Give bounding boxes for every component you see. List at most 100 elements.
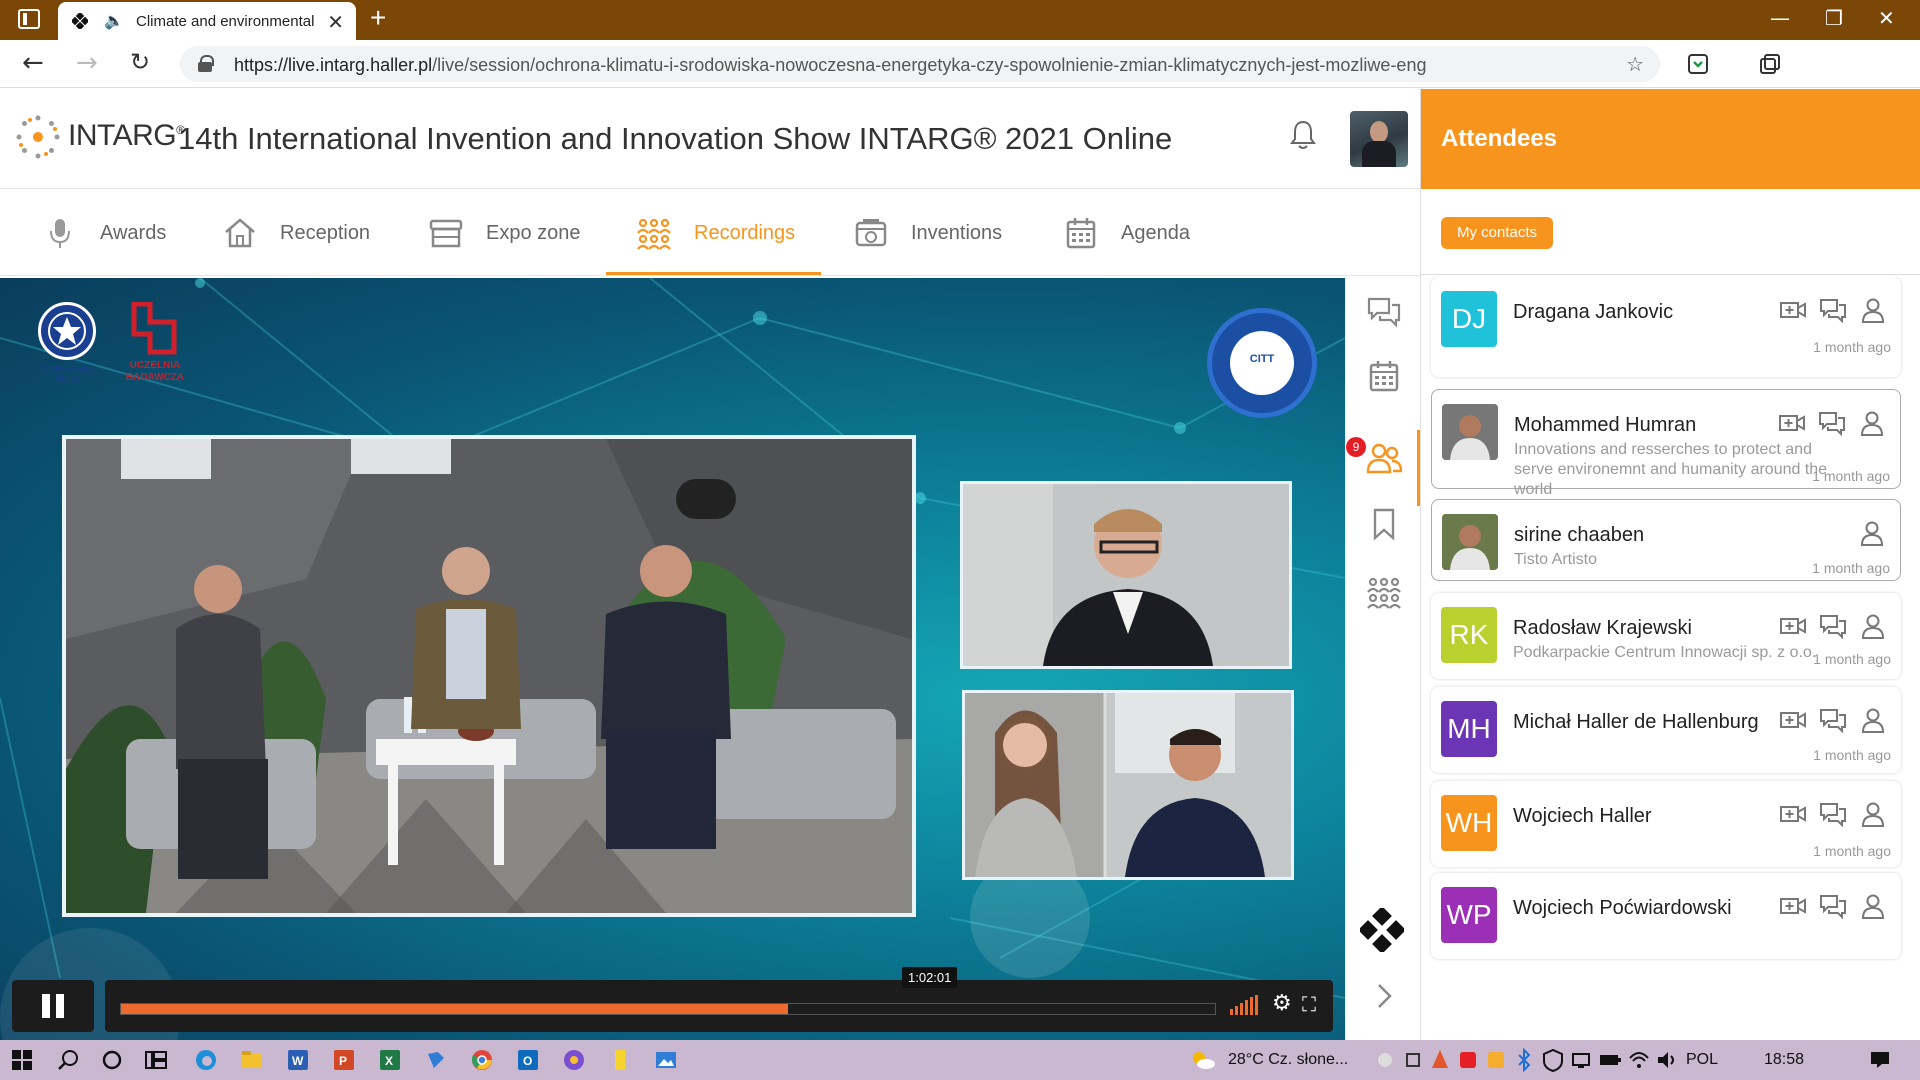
attendee-avatar[interactable]: DJ — [1441, 291, 1497, 347]
intarg-logo-icon[interactable] — [14, 113, 62, 161]
attendee-avatar[interactable]: MH — [1441, 701, 1497, 757]
excel-icon[interactable]: X — [378, 1048, 402, 1072]
word-icon[interactable]: W — [286, 1048, 310, 1072]
attendee-card[interactable]: RK Radosław Krajewski Podkarpackie Centrum… — [1431, 593, 1901, 679]
chevron-right-icon[interactable] — [1366, 978, 1402, 1014]
notifications-icon[interactable] — [1868, 1048, 1892, 1072]
attendee-avatar[interactable] — [1442, 404, 1498, 460]
app-tray-icon[interactable] — [1458, 1048, 1478, 1072]
search-icon[interactable] — [56, 1048, 80, 1072]
audience-icon[interactable] — [1366, 574, 1402, 610]
app-logo-icon[interactable] — [1360, 908, 1404, 952]
sticky-notes-icon[interactable] — [608, 1048, 632, 1072]
wifi-icon[interactable] — [1628, 1048, 1650, 1072]
profile-icon[interactable] — [1858, 410, 1886, 436]
chat-icon[interactable] — [1819, 613, 1847, 639]
chat-icon[interactable] — [1366, 294, 1402, 330]
bluetooth-icon[interactable] — [1514, 1048, 1534, 1072]
my-contacts-button[interactable]: My contacts — [1441, 217, 1554, 249]
app-tray-icon[interactable] — [1376, 1048, 1394, 1072]
file-explorer-icon[interactable] — [240, 1048, 264, 1072]
attendees-icon[interactable] — [1366, 440, 1402, 476]
back-button[interactable]: ← — [22, 48, 44, 78]
profile-icon[interactable] — [1859, 707, 1887, 733]
pocket-icon[interactable] — [1686, 52, 1710, 76]
calendar-icon[interactable] — [1366, 358, 1402, 394]
url-field[interactable]: https://live.intarg.haller.pl/live/sessi… — [180, 46, 1660, 82]
profile-icon[interactable] — [1859, 893, 1887, 919]
browser-tab[interactable]: 🔈 Climate and environmental ✕ — [58, 2, 356, 40]
battery-icon[interactable] — [1598, 1048, 1622, 1072]
forward-button[interactable]: → — [76, 48, 98, 78]
video-call-icon[interactable] — [1779, 801, 1807, 827]
chrome-icon[interactable] — [470, 1048, 494, 1072]
speaker-icon[interactable] — [1656, 1048, 1678, 1072]
close-tab-icon[interactable]: ✕ — [327, 10, 344, 34]
attendee-name[interactable]: Radosław Krajewski — [1513, 617, 1692, 640]
attendee-avatar[interactable] — [1442, 514, 1498, 570]
windows-start-icon[interactable] — [10, 1048, 34, 1072]
close-window-button[interactable]: ✕ — [1878, 6, 1895, 30]
attendee-name[interactable]: sirine chaaben — [1514, 524, 1644, 547]
nav-expo-zone[interactable]: Expo zone — [428, 190, 581, 276]
weather-text[interactable]: 28°C Cz. słone... — [1228, 1051, 1348, 1069]
lock-icon[interactable] — [198, 55, 214, 72]
minimize-button[interactable]: — — [1770, 6, 1790, 30]
attendee-card[interactable]: Mohammed Humran Innovations and resserche… — [1431, 389, 1901, 498]
profile-icon[interactable] — [1859, 297, 1887, 323]
system-clock[interactable]: 18:58 — [1764, 1051, 1804, 1069]
settings-gear-icon[interactable]: ⚙ — [1272, 991, 1292, 1016]
nav-recordings[interactable]: Recordings — [636, 190, 795, 276]
volume-icon[interactable] — [1230, 995, 1260, 1015]
security-shield-icon[interactable] — [1542, 1048, 1564, 1072]
attendee-card[interactable]: DJ Dragana Jankovic 1 month ago — [1431, 277, 1901, 377]
profile-icon[interactable] — [1859, 613, 1887, 639]
app-tray-icon[interactable] — [1404, 1048, 1422, 1072]
attendee-avatar[interactable]: WH — [1441, 795, 1497, 851]
attendee-card[interactable]: sirine chaaben Tisto Artisto 1 month ago — [1431, 499, 1901, 581]
attendee-avatar[interactable]: WP — [1441, 887, 1497, 943]
attendee-card[interactable]: WP Wojciech Poćwiardowski — [1431, 873, 1901, 959]
attendee-avatar[interactable]: RK — [1441, 607, 1497, 663]
tab-actions-icon[interactable] — [18, 9, 40, 29]
attendee-name[interactable]: Michał Haller de Hallenburg — [1513, 711, 1759, 734]
attendees-list[interactable]: DJ Dragana Jankovic 1 month ago Mohammed Hu… — [1421, 277, 1920, 1040]
video-player[interactable]: Politechnika Śląska UCZELNIA BADAWCZA CIT… — [0, 278, 1345, 1040]
attendee-name[interactable]: Wojciech Poćwiardowski — [1513, 897, 1732, 920]
outlook-icon[interactable]: O — [516, 1048, 540, 1072]
chat-icon[interactable] — [1819, 707, 1847, 733]
chat-icon[interactable] — [1819, 893, 1847, 919]
weather-icon[interactable] — [1190, 1048, 1216, 1072]
profile-icon[interactable] — [1858, 520, 1886, 546]
app-tray-icon[interactable] — [1430, 1048, 1450, 1072]
task-view-icon[interactable] — [144, 1048, 168, 1072]
video-call-icon[interactable] — [1779, 707, 1807, 733]
app-tray-icon[interactable] — [1486, 1048, 1506, 1072]
profile-icon[interactable] — [1859, 801, 1887, 827]
attendee-name[interactable]: Wojciech Haller — [1513, 805, 1652, 828]
chat-icon[interactable] — [1819, 297, 1847, 323]
video-call-icon[interactable] — [1779, 613, 1807, 639]
nav-agenda[interactable]: Agenda — [1063, 190, 1190, 276]
new-tab-button[interactable]: + — [370, 2, 386, 34]
reload-button[interactable]: ↻ — [130, 48, 150, 76]
attendee-card[interactable]: WH Wojciech Haller 1 month ago — [1431, 781, 1901, 867]
attendee-name[interactable]: Mohammed Humran — [1514, 414, 1696, 437]
collections-icon[interactable] — [1758, 52, 1782, 76]
attendee-card[interactable]: MH Michał Haller de Hallenburg 1 month ago — [1431, 687, 1901, 773]
powerpoint-icon[interactable]: P — [332, 1048, 356, 1072]
app-icon[interactable] — [562, 1048, 586, 1072]
bookmark-icon[interactable] — [1366, 506, 1402, 542]
video-call-icon[interactable] — [1779, 297, 1807, 323]
chat-icon[interactable] — [1818, 410, 1846, 436]
input-language[interactable]: POL — [1686, 1051, 1718, 1069]
add-favorite-icon[interactable]: ☆ — [1626, 52, 1644, 76]
speaker-icon[interactable]: 🔈 — [104, 11, 124, 30]
app-icon[interactable] — [424, 1048, 448, 1072]
nav-inventions[interactable]: Inventions — [853, 190, 1002, 276]
video-call-icon[interactable] — [1779, 893, 1807, 919]
pause-button[interactable] — [12, 980, 94, 1032]
nav-awards[interactable]: Awards — [42, 190, 166, 276]
video-call-icon[interactable] — [1778, 410, 1806, 436]
network-icon[interactable] — [1570, 1048, 1592, 1072]
